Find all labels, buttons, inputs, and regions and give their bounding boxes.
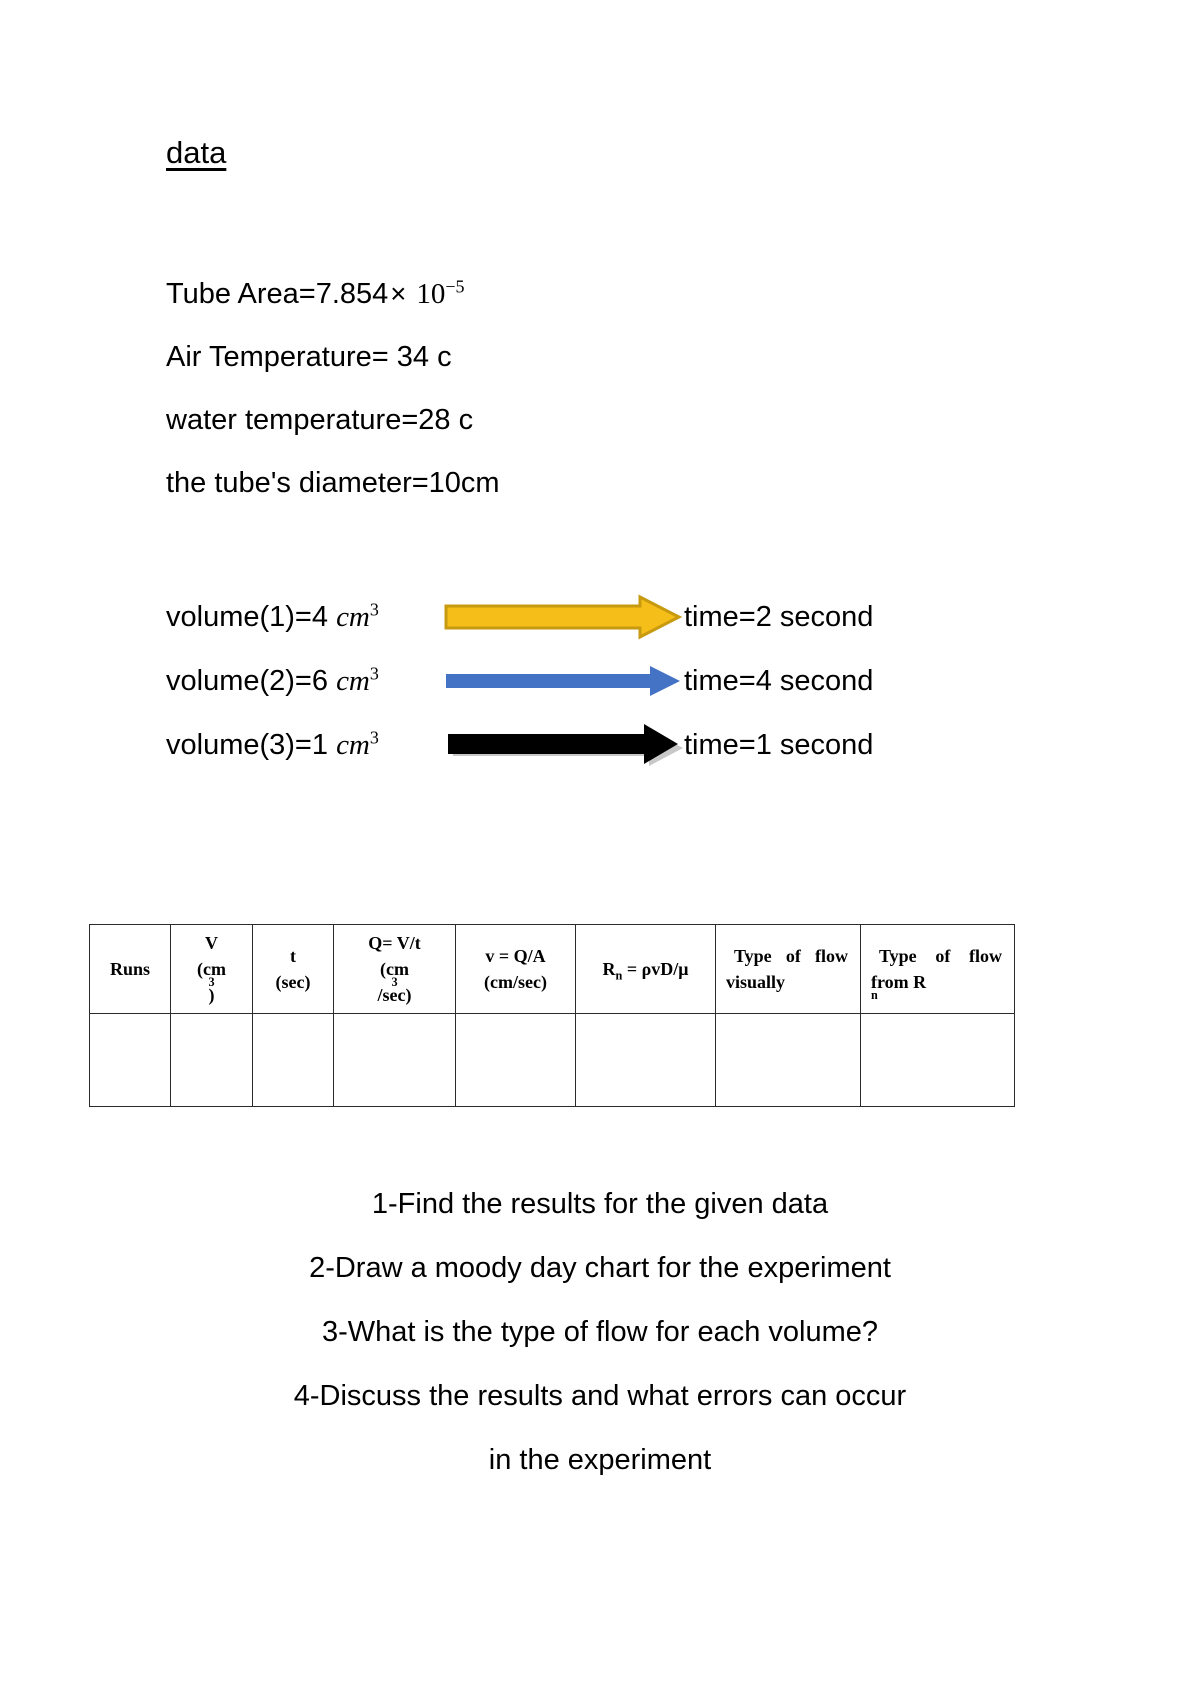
volume-unit-3-base: cm [336,728,370,761]
cell-flow-reynolds[interactable] [860,1013,1015,1107]
th-volume-symbol: V [205,932,218,953]
question-2: 2-Draw a moody day chart for the experim… [309,1252,891,1284]
volume-rows-block: volume(1)=4 cm3 time=2 second volume(2)=… [166,585,1066,777]
questions-block: 1-Find the results for the given data 2-… [0,1172,1200,1492]
th-flowrate: Q= V/t (cm 3/sec) [333,924,456,1014]
time-label-1: time=2 second [684,600,874,633]
th-reynolds-formula: Rn = ρvD/μ [602,958,689,982]
table-row[interactable] [89,1013,1015,1107]
cell-volume[interactable] [170,1013,253,1107]
th-runs-label: Runs [109,958,151,979]
cell-reynolds[interactable] [575,1013,716,1107]
question-4: 4-Discuss the results and what errors ca… [293,1380,907,1412]
volume-label-3-text: volume(3)=1 [166,728,337,761]
arrow-wrap-3 [444,722,684,768]
param-tube-area-exponent: −5 [445,276,465,297]
multiply-icon: × [390,278,407,309]
right-arrow-icon-blue [446,666,680,696]
th-flowrate-unit: (cm 3/sec) [338,956,451,1008]
th-reynolds: Rn = ρvD/μ [575,924,716,1014]
volume-unit-1: cm3 [336,598,379,633]
volume-label-2: volume(2)=6 cm3 [166,662,444,698]
volume-row-2: volume(2)=6 cm3 time=4 second [166,649,1066,713]
th-time-symbol: t [290,945,296,966]
data-table: Runs V (cm 3) t (sec) Q= V/t (cm 3/sec) v … [89,924,1015,1107]
volume-label-3: volume(3)=1 cm3 [166,726,444,762]
arrow-wrap-1 [444,594,684,640]
volume-unit-2-exp: 3 [369,662,379,683]
th-velocity-formula: v = Q/A [485,945,546,966]
volume-label-1-text: volume(1)=4 [166,600,337,633]
param-tube-area-base: 10 [416,278,446,310]
cell-flow-visual[interactable] [715,1013,861,1107]
th-reynolds-rest: = ρvD/μ [622,958,689,979]
th-volume-unit-close: ) [208,985,215,1006]
th-time-unit: (sec) [275,972,311,992]
document-page: data Tube Area=7.854× 10−5 Air Temperatu… [0,0,1200,1696]
param-tube-area-value: 7.854 [315,278,389,310]
parameters-block: Tube Area=7.854× 10−5 Air Temperature= 3… [166,262,866,515]
right-arrow-icon-black [448,724,683,766]
question-1: 1-Find the results for the given data [371,1188,829,1220]
page-title: data [166,135,227,170]
cell-time[interactable] [252,1013,334,1107]
th-flow-visual: Type of flow visually [715,924,861,1014]
th-flowrate-formula: Q= V/t [368,932,421,953]
question-4-continued: in the experiment [488,1444,712,1476]
th-flow-reynolds-l2-text: from R [871,972,927,992]
volume-row-1: volume(1)=4 cm3 time=2 second [166,585,1066,649]
th-time: t (sec) [252,924,334,1014]
param-air-temperature: Air Temperature= 34 c [166,341,452,373]
volume-unit-2: cm3 [336,662,379,697]
th-flow-reynolds-l1: Type of flow [879,945,1002,966]
volume-unit-2-base: cm [336,664,370,697]
question-3: 3-What is the type of flow for each volu… [321,1316,879,1348]
volume-label-1: volume(1)=4 cm3 [166,598,444,634]
th-velocity-unit: (cm/sec) [484,972,547,992]
th-volume-unit: (cm 3) [175,956,248,1008]
param-tube-area: Tube Area=7.854× 10−5 [166,262,866,326]
time-label-3: time=1 second [684,728,874,761]
volume-label-2-text: volume(2)=6 [166,664,337,697]
cell-velocity[interactable] [455,1013,576,1107]
cell-flowrate[interactable] [333,1013,456,1107]
param-water-temperature: water temperature=28 c [166,404,474,436]
th-flow-visual-l1: Type of flow [734,945,848,966]
th-flowrate-unit-close: /sec) [377,985,412,1006]
table-header-row: Runs V (cm 3) t (sec) Q= V/t (cm 3/sec) v … [89,924,1015,1014]
th-velocity: v = Q/A (cm/sec) [455,924,576,1014]
th-flow-reynolds-l2: from Rn [871,969,1010,1001]
volume-row-3: volume(3)=1 cm3 time=1 second [166,713,1066,777]
th-runs: Runs [89,924,171,1014]
param-tube-diameter: the tube's diameter=10cm [166,467,500,499]
th-flow-reynolds: Type of flow from Rn [860,924,1015,1014]
time-label-2: time=4 second [684,664,874,697]
arrow-wrap-2 [444,661,684,701]
th-volume: V (cm 3) [170,924,253,1014]
th-reynolds-r: R [602,958,616,979]
param-tube-area-label: Tube Area= [166,278,316,310]
th-flow-visual-l2: visually [726,972,786,992]
volume-unit-3: cm3 [336,726,379,761]
volume-unit-1-exp: 3 [369,598,379,619]
volume-unit-1-base: cm [336,600,370,633]
cell-runs[interactable] [89,1013,171,1107]
volume-unit-3-exp: 3 [369,726,379,747]
right-arrow-icon-yellow [444,594,682,640]
